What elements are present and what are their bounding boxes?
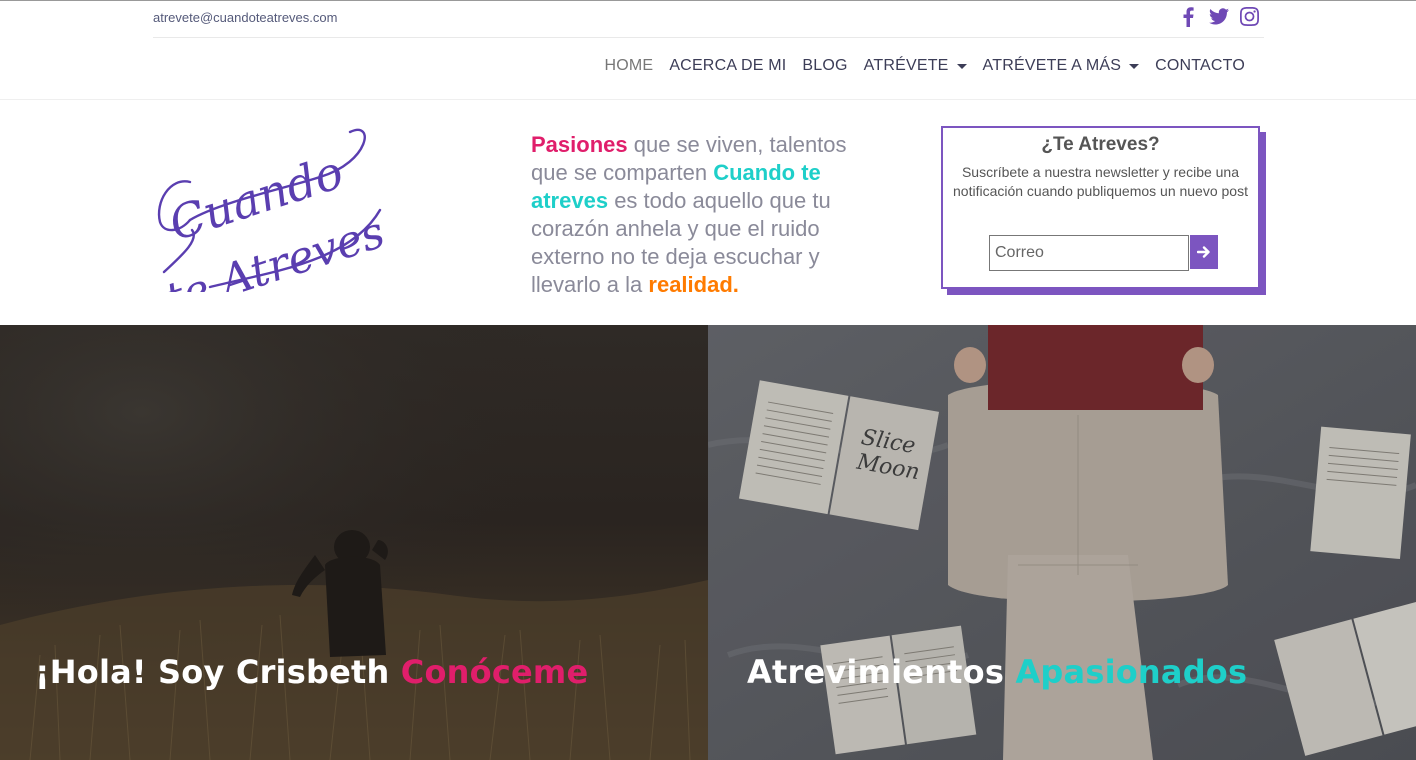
passions-panel-highlight: Apasionados (1015, 653, 1248, 691)
twitter-icon[interactable] (1208, 6, 1229, 27)
hero-tagline: Pasiones que se viven, talentos que se c… (531, 131, 886, 299)
about-panel-title: ¡Hola! Soy Crisbeth Conóceme (35, 653, 588, 691)
tagline-realidad: realidad. (648, 272, 739, 297)
subscribe-button[interactable] (1190, 235, 1218, 269)
nav-atrevete-mas-label: ATRÉVETE A MÁS (982, 57, 1122, 74)
passions-panel-image: Slice Moon (708, 325, 1416, 760)
caret-down-icon (956, 63, 967, 69)
nav-atrevete-dropdown[interactable]: ATRÉVETE (856, 55, 975, 77)
caret-down-icon (1129, 63, 1140, 69)
social-links (1177, 6, 1260, 27)
passions-panel-title: Atrevimientos Apasionados (747, 653, 1247, 691)
facebook-icon[interactable] (1177, 6, 1198, 27)
nav-blog[interactable]: BLOG (794, 55, 855, 77)
email-input[interactable] (989, 235, 1189, 271)
newsletter-description: Suscríbete a nuestra newsletter y recibe… (953, 164, 1248, 199)
passions-panel-title-text: Atrevimientos (747, 653, 1016, 691)
about-panel-highlight: Conóceme (400, 653, 589, 691)
nav-acerca[interactable]: ACERCA DE MI (661, 55, 794, 77)
nav-contacto[interactable]: CONTACTO (1147, 55, 1253, 77)
site-logo[interactable]: Cuando te Atreves (150, 122, 391, 325)
about-panel[interactable]: ¡Hola! Soy Crisbeth Conóceme (0, 325, 708, 760)
header-divider (0, 99, 1416, 100)
arrow-right-icon (1197, 246, 1210, 258)
nav-home-label: HOME (604, 57, 654, 74)
about-panel-image (0, 325, 708, 760)
nav-home[interactable]: HOME (597, 55, 662, 77)
nav-atrevete-label: ATRÉVETE (863, 57, 949, 74)
nav-atrevete-mas-dropdown[interactable]: ATRÉVETE A MÁS (975, 55, 1148, 77)
newsletter-form (989, 235, 1218, 271)
nav-acerca-label: ACERCA DE MI (669, 57, 787, 74)
nav-contacto-label: CONTACTO (1155, 57, 1245, 74)
contact-email[interactable]: atrevete@cuandoteatreves.com (153, 10, 337, 25)
main-nav: HOME ACERCA DE MI BLOG ATRÉVETE ATRÉVETE… (597, 55, 1254, 77)
top-bar: atrevete@cuandoteatreves.com (153, 1, 1264, 38)
newsletter-title: ¿Te Atreves? (1041, 134, 1160, 155)
tagline-pasiones: Pasiones (531, 132, 628, 157)
passions-panel[interactable]: Slice Moon Atrevimientos Apasionados (708, 325, 1416, 760)
about-panel-title-text: ¡Hola! Soy Crisbeth (35, 653, 401, 691)
instagram-icon[interactable] (1239, 6, 1260, 27)
nav-blog-label: BLOG (802, 57, 848, 74)
newsletter-box: ¿Te Atreves? Suscríbete a nuestra newsle… (941, 126, 1260, 289)
